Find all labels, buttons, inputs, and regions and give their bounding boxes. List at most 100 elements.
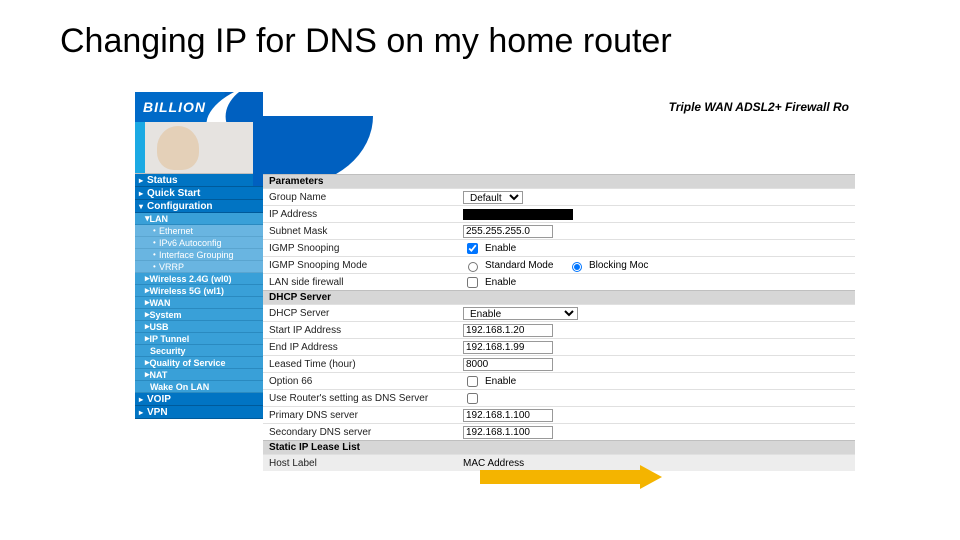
nav-usb[interactable]: ▸USB [135, 321, 263, 333]
nav-label: IP Tunnel [150, 334, 190, 344]
nav-lan[interactable]: ▾LAN [135, 213, 263, 225]
nav-label: Security [150, 346, 186, 356]
nav-wan[interactable]: ▸WAN [135, 297, 263, 309]
nav-label: VPN [147, 407, 168, 418]
nav-label: Configuration [147, 201, 213, 212]
nav-label: LAN [150, 214, 169, 224]
brand-text: BILLION [143, 99, 206, 115]
end-ip-input[interactable] [463, 341, 553, 354]
label-lan-firewall: LAN side firewall [263, 277, 463, 288]
dhcp-server-select[interactable]: Enable [463, 307, 578, 320]
nav-wireless-2-4g[interactable]: ▸Wireless 2.4G (wl0) [135, 273, 263, 285]
label-mac-address: MAC Address [463, 458, 524, 469]
nav-interface-grouping[interactable]: •Interface Grouping [135, 249, 263, 261]
section-static-lease: Static IP Lease List [263, 440, 855, 454]
lan-firewall-checkbox[interactable] [467, 277, 478, 288]
parameter-table: Parameters Group Name Default IP Address… [263, 174, 855, 471]
nav-configuration[interactable]: ▾Configuration [135, 200, 263, 213]
enable-text: Enable [485, 243, 516, 254]
row-start-ip: Start IP Address [263, 321, 855, 338]
nav-ipv6[interactable]: •IPv6 Autoconfig [135, 237, 263, 249]
igmp-snooping-checkbox[interactable] [467, 243, 478, 254]
nav-vpn[interactable]: ▸VPN [135, 406, 263, 419]
label-primary-dns: Primary DNS server [263, 410, 463, 421]
label-igmp-mode: IGMP Snooping Mode [263, 260, 463, 271]
row-igmp-snooping: IGMP Snooping Enable [263, 239, 855, 256]
option66-checkbox[interactable] [467, 376, 478, 387]
banner-person [157, 126, 199, 170]
nav-ip-tunnel[interactable]: ▸IP Tunnel [135, 333, 263, 345]
nav-label: USB [150, 322, 169, 332]
row-lease: Leased Time (hour) [263, 355, 855, 372]
product-name: Triple WAN ADSL2+ Firewall Ro [669, 100, 849, 114]
chevron-right-icon: ▸ [139, 408, 145, 417]
nav-wol[interactable]: Wake On LAN [135, 381, 263, 393]
bullet-icon: • [153, 250, 157, 259]
nav-ethernet[interactable]: •Ethernet [135, 225, 263, 237]
nav-label: Ethernet [159, 226, 193, 236]
label-lease: Leased Time (hour) [263, 359, 463, 370]
lease-input[interactable] [463, 358, 553, 371]
nav-label: VRRP [159, 262, 184, 272]
enable-text: Enable [485, 277, 516, 288]
banner-image [135, 122, 263, 174]
primary-dns-input[interactable] [463, 409, 553, 422]
label-ip-address: IP Address [263, 209, 463, 220]
chevron-down-icon: ▾ [139, 202, 145, 211]
label-end-ip: End IP Address [263, 342, 463, 353]
section-parameters: Parameters [263, 174, 855, 188]
standard-mode-radio[interactable] [468, 262, 478, 272]
nav-label: WAN [150, 298, 171, 308]
chevron-right-icon: ▸ [139, 189, 145, 198]
label-host-label: Host Label [263, 458, 463, 469]
nav-label: Status [147, 175, 178, 186]
enable-text: Enable [485, 376, 516, 387]
chevron-right-icon: ▸ [139, 395, 145, 404]
nav-label: Quality of Service [150, 358, 226, 368]
nav-nat[interactable]: ▸NAT [135, 369, 263, 381]
nav: ▸Status ▸Quick Start ▾Configuration ▾LAN… [135, 174, 263, 419]
nav-label: Wake On LAN [150, 382, 209, 392]
sidebar: BILLION ▸Status ▸Quick Start ▾Configurat… [135, 92, 263, 512]
label-dhcp-server: DHCP Server [263, 308, 463, 319]
nav-label: IPv6 Autoconfig [159, 238, 222, 248]
nav-vrrp[interactable]: •VRRP [135, 261, 263, 273]
nav-system[interactable]: ▸System [135, 309, 263, 321]
bullet-icon: • [153, 262, 157, 271]
nav-quick-start[interactable]: ▸Quick Start [135, 187, 263, 200]
banner-swoosh [263, 122, 855, 174]
row-primary-dns: Primary DNS server [263, 406, 855, 423]
nav-label: Quick Start [147, 188, 200, 199]
annotation-arrow [480, 469, 665, 485]
nav-security[interactable]: Security [135, 345, 263, 357]
label-igmp-snooping: IGMP Snooping [263, 243, 463, 254]
row-secondary-dns: Secondary DNS server [263, 423, 855, 440]
nav-label: NAT [150, 370, 168, 380]
row-lan-firewall: LAN side firewall Enable [263, 273, 855, 290]
nav-wireless-5g[interactable]: ▸Wireless 5G (wl1) [135, 285, 263, 297]
nav-voip[interactable]: ▸VOIP [135, 393, 263, 406]
router-dns-checkbox[interactable] [467, 393, 478, 404]
blocking-mode-radio[interactable] [572, 262, 582, 272]
nav-label: Wireless 5G (wl1) [150, 286, 224, 296]
row-end-ip: End IP Address [263, 338, 855, 355]
label-subnet: Subnet Mask [263, 226, 463, 237]
standard-mode-label: Standard Mode [485, 260, 553, 271]
content-area: Triple WAN ADSL2+ Firewall Ro Parameters… [263, 92, 855, 512]
start-ip-input[interactable] [463, 324, 553, 337]
arrow-head-icon [640, 465, 662, 489]
bullet-icon: • [153, 238, 157, 247]
nav-status[interactable]: ▸Status [135, 174, 263, 187]
row-ip-address: IP Address [263, 205, 855, 222]
row-group-name: Group Name Default [263, 188, 855, 205]
nav-qos[interactable]: ▸Quality of Service [135, 357, 263, 369]
router-admin-ui: BILLION ▸Status ▸Quick Start ▾Configurat… [135, 92, 855, 512]
group-name-select[interactable]: Default [463, 191, 523, 204]
row-subnet-mask: Subnet Mask [263, 222, 855, 239]
subnet-input[interactable] [463, 225, 553, 238]
label-group-name: Group Name [263, 192, 463, 203]
nav-label: System [150, 310, 182, 320]
chevron-right-icon: ▸ [139, 176, 145, 185]
row-option66: Option 66 Enable [263, 372, 855, 389]
secondary-dns-input[interactable] [463, 426, 553, 439]
